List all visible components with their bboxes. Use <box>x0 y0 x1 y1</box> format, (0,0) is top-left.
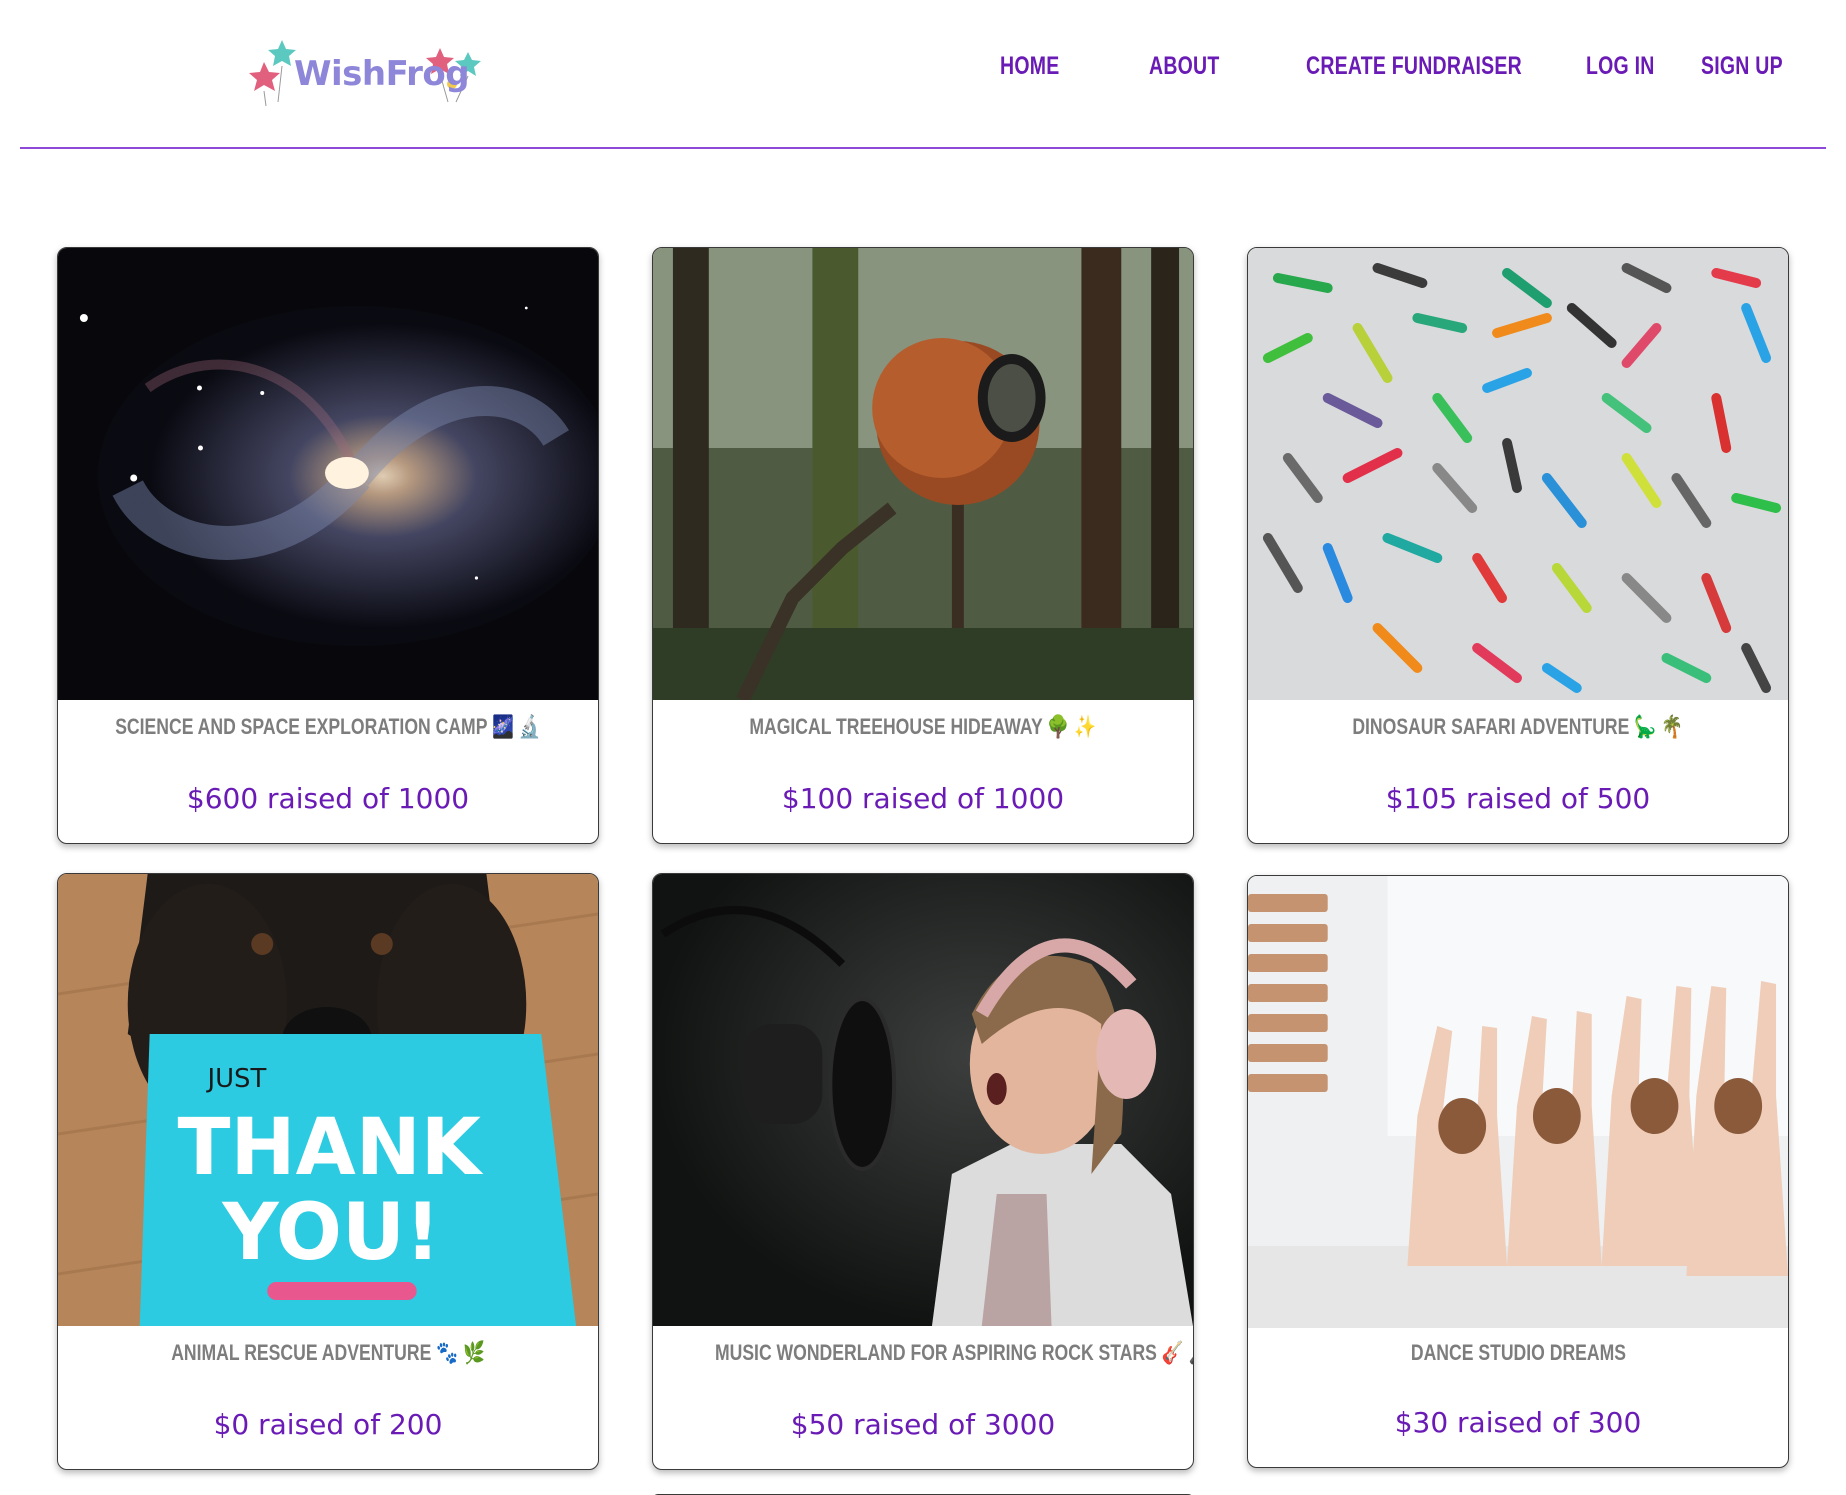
nav-login-link[interactable]: Log In <box>1586 48 1655 84</box>
fundraiser-card[interactable]: Magical Treehouse Hideaway 🌳 ✨ $100 rais… <box>652 247 1194 844</box>
fundraiser-raised-amount: $100 raised of 1000 <box>781 782 1065 815</box>
fundraiser-raised-amount: $600 raised of 1000 <box>186 782 470 815</box>
dog-thank-you-card-image: JUST THANK YOU! <box>58 874 598 1326</box>
nav-signup-link[interactable]: Sign Up <box>1701 48 1783 84</box>
site-header: WishFrog Home About Create Fundraiser Lo… <box>0 0 1846 149</box>
fundraiser-title: Animal Rescue Adventure 🐾 🌿 <box>171 1340 485 1365</box>
fundraiser-card[interactable]: Dance Studio Dreams $30 raised of 300 <box>1247 875 1789 1468</box>
fundraiser-title: Dinosaur Safari Adventure 🦕 🌴 <box>1352 714 1684 739</box>
toy-dinosaurs-image <box>1248 248 1788 700</box>
ballet-dancers-image <box>1248 876 1788 1328</box>
fundraiser-title: Science and Space Exploration Camp 🌌 🔬 <box>115 714 541 739</box>
forest-sphere-treehouse-image <box>653 248 1193 700</box>
fundraiser-card[interactable]: Dinosaur Safari Adventure 🦕 🌴 $105 raise… <box>1247 247 1789 844</box>
wishfrog-logo[interactable]: WishFrog <box>242 36 492 108</box>
fundraiser-card[interactable]: JUST THANK YOU! Animal Rescue Adventure … <box>57 873 599 1470</box>
fundraiser-card[interactable]: Music Wonderland for Aspiring Rock Stars… <box>652 873 1194 1470</box>
spiral-galaxy-image <box>58 248 598 700</box>
girl-singing-microphone-image <box>653 874 1193 1326</box>
header-divider <box>20 147 1826 149</box>
nav-about-link[interactable]: About <box>1149 48 1220 84</box>
fundraiser-raised-amount: $50 raised of 3000 <box>790 1408 1056 1441</box>
card-text-just: JUST <box>205 1064 266 1094</box>
fundraiser-raised-amount: $105 raised of 500 <box>1385 782 1651 815</box>
fundraiser-title: Music Wonderland for Aspiring Rock Stars… <box>714 1340 1194 1365</box>
fundraiser-card[interactable]: Science and Space Exploration Camp 🌌 🔬 $… <box>57 247 599 844</box>
fundraiser-raised-amount: $30 raised of 300 <box>1394 1406 1642 1439</box>
card-text-you: YOU! <box>221 1188 440 1278</box>
fundraiser-title: Magical Treehouse Hideaway 🌳 ✨ <box>749 714 1097 739</box>
nav-home-link[interactable]: Home <box>1000 48 1059 84</box>
brand-name: WishFrog <box>294 54 470 94</box>
fundraiser-raised-amount: $0 raised of 200 <box>213 1408 443 1441</box>
card-text-thank: THANK <box>178 1103 484 1193</box>
fundraiser-title: Dance Studio Dreams <box>1410 1340 1626 1365</box>
nav-create-fundraiser-link[interactable]: Create Fundraiser <box>1306 48 1522 84</box>
